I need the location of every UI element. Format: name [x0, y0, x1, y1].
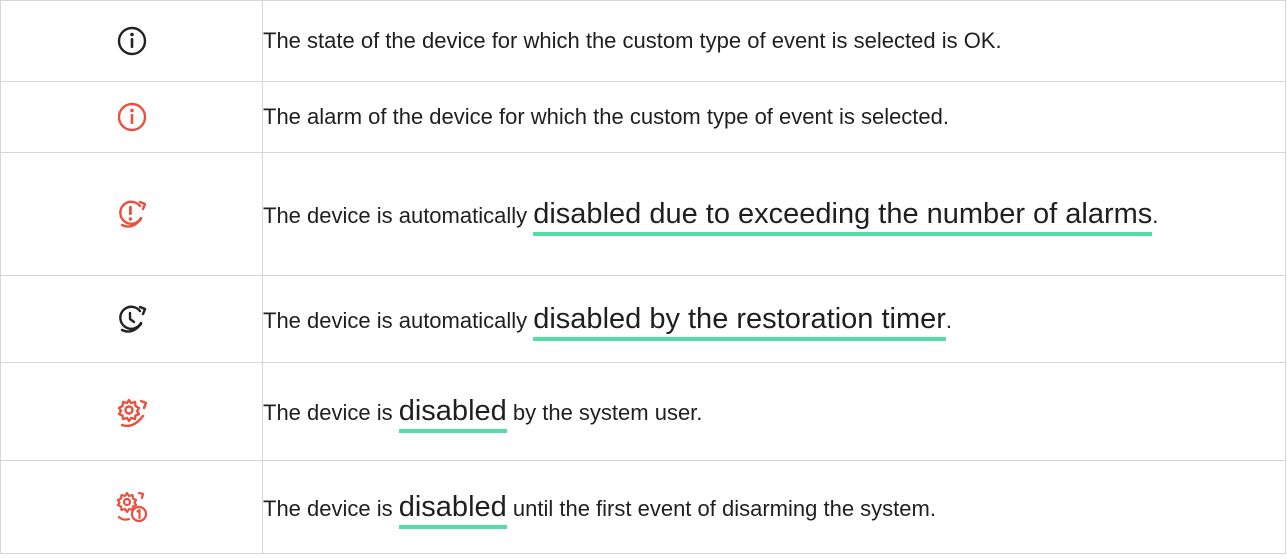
row-description-after: .	[945, 307, 953, 333]
description-cell: The state of the device for which the cu…	[262, 0, 1286, 82]
icon-cell	[0, 275, 263, 363]
term-link-disabled[interactable]: disabled	[398, 490, 507, 529]
description-cell: The device is disabled until the first e…	[262, 460, 1286, 554]
row-description-before: The device is automatically	[263, 202, 534, 228]
row-description-after: .	[1152, 202, 1159, 228]
table-row: The device is automatically disabled by …	[0, 275, 1286, 363]
alarm-count-disable-icon	[115, 197, 149, 231]
icon-cell	[0, 81, 263, 153]
description-cell: The device is automatically disabled due…	[262, 152, 1286, 276]
icon-cell	[0, 460, 263, 554]
icon-cell	[0, 152, 263, 276]
term-link-disabled-restoration-timer[interactable]: disabled by the restoration timer	[533, 302, 946, 341]
description-cell: The device is automatically disabled by …	[262, 275, 1286, 363]
table-row: The device is disabled until the first e…	[0, 460, 1286, 554]
row-description-before: The device is automatically	[263, 307, 534, 333]
table-row: The device is disabled by the system use…	[0, 362, 1286, 461]
row-description-after: until the first event of disarming the s…	[506, 495, 936, 521]
term-link-disabled-exceeding-alarms[interactable]: disabled due to exceeding the number of …	[533, 197, 1153, 236]
table-row: The device is automatically disabled due…	[0, 152, 1286, 276]
restoration-timer-icon	[115, 302, 149, 336]
row-description-after: by the system user.	[506, 400, 703, 426]
description-cell: The device is disabled by the system use…	[262, 362, 1286, 461]
table-row: The alarm of the device for which the cu…	[0, 81, 1286, 153]
gear-disarm-once-icon	[115, 490, 149, 524]
info-icon	[115, 24, 149, 58]
row-description-before: The device is	[263, 400, 399, 426]
row-description-before: The device is	[263, 495, 399, 521]
term-link-disabled[interactable]: disabled	[398, 395, 507, 434]
table-row: The state of the device for which the cu…	[0, 0, 1286, 82]
icon-cell	[0, 0, 263, 82]
gear-disable-icon	[115, 395, 149, 429]
row-description: The alarm of the device for which the cu…	[263, 103, 950, 129]
description-cell: The alarm of the device for which the cu…	[262, 81, 1286, 153]
event-icons-table: The state of the device for which the cu…	[0, 0, 1286, 554]
info-alarm-icon	[115, 100, 149, 134]
icon-cell	[0, 362, 263, 461]
row-description: The state of the device for which the cu…	[263, 27, 1002, 53]
